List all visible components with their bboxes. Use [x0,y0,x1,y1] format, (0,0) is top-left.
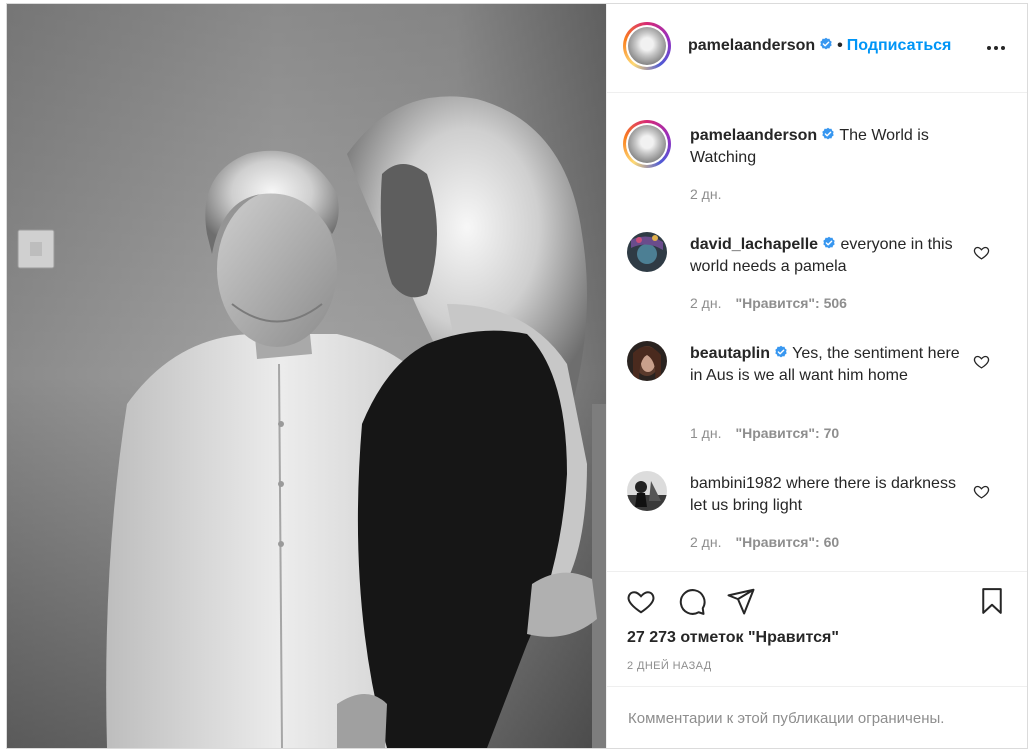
comment-likes[interactable]: "Нравится": 60 [735,534,839,550]
comment-body: bambini1982 where there is darkness let … [690,473,970,517]
follow-button[interactable]: Подписаться [847,37,952,54]
verified-badge-icon [775,345,787,358]
author-avatar[interactable] [623,22,671,70]
comment-body: beautaplin Yes, the sentiment here in Au… [690,343,970,387]
post-dialog: pamelaanderson • Подписаться pamelaanderso… [6,3,1028,749]
more-options-icon[interactable] [984,40,1008,56]
caption-meta: 2 дн. [690,186,721,202]
comment-likes[interactable]: "Нравится": 506 [735,295,846,311]
bookmark-save-icon[interactable] [977,586,1007,616]
comment-bubble-icon[interactable] [677,586,707,616]
restricted-text: Комментарии к этой публикации ограничены… [628,710,945,727]
post-side-panel: pamelaanderson • Подписаться pamelaanderso… [606,4,1027,748]
author-row: pamelaanderson • Подписаться [688,37,951,55]
verified-badge-icon [822,127,834,140]
caption-time[interactable]: 2 дн. [690,186,721,202]
commenter-username[interactable]: david_lachapelle [690,236,818,253]
commenter-username[interactable]: beautaplin [690,345,770,362]
share-send-icon[interactable] [726,586,756,616]
commenter-avatar[interactable] [627,471,667,511]
comment-likes[interactable]: "Нравится": 70 [735,425,839,441]
comment-time[interactable]: 2 дн. [690,534,721,550]
verified-badge-icon [820,37,832,50]
comment-body: david_lachapelle everyone in this world … [690,234,970,278]
post-photo[interactable] [7,4,606,748]
comments-list[interactable]: pamelaanderson The World is Watching 2 д… [607,94,1027,571]
caption-avatar[interactable] [623,120,671,168]
post-date[interactable]: 2 ДНЕЙ НАЗАД [627,660,712,672]
commenter-avatar[interactable] [627,232,667,272]
comment-like-heart-icon[interactable] [973,244,990,261]
likes-count[interactable]: 27 273 отметок "Нравится" [627,629,839,647]
comment-meta: 1 дн. "Нравится": 70 [690,425,839,441]
like-heart-icon[interactable] [626,586,656,616]
comment-meta: 2 дн. "Нравится": 506 [690,295,847,311]
comment-like-heart-icon[interactable] [973,483,990,500]
caption-username[interactable]: pamelaanderson [690,127,817,144]
author-username[interactable]: pamelaanderson [688,37,815,54]
comment-time[interactable]: 1 дн. [690,425,721,441]
post-header: pamelaanderson • Подписаться [607,4,1027,93]
comment-like-heart-icon[interactable] [973,353,990,370]
comment-time[interactable]: 2 дн. [690,295,721,311]
caption-body: pamelaanderson The World is Watching [690,125,970,169]
post-actions: 27 273 отметок "Нравится" 2 ДНЕЙ НАЗАД [607,571,1027,686]
separator-dot: • [837,37,843,54]
commenter-username[interactable]: bambini1982 [690,475,782,492]
commenter-avatar[interactable] [627,341,667,381]
verified-badge-icon [823,236,835,249]
comment-meta: 2 дн. "Нравится": 60 [690,534,839,550]
comments-restricted-notice: Комментарии к этой публикации ограничены… [607,686,1027,748]
